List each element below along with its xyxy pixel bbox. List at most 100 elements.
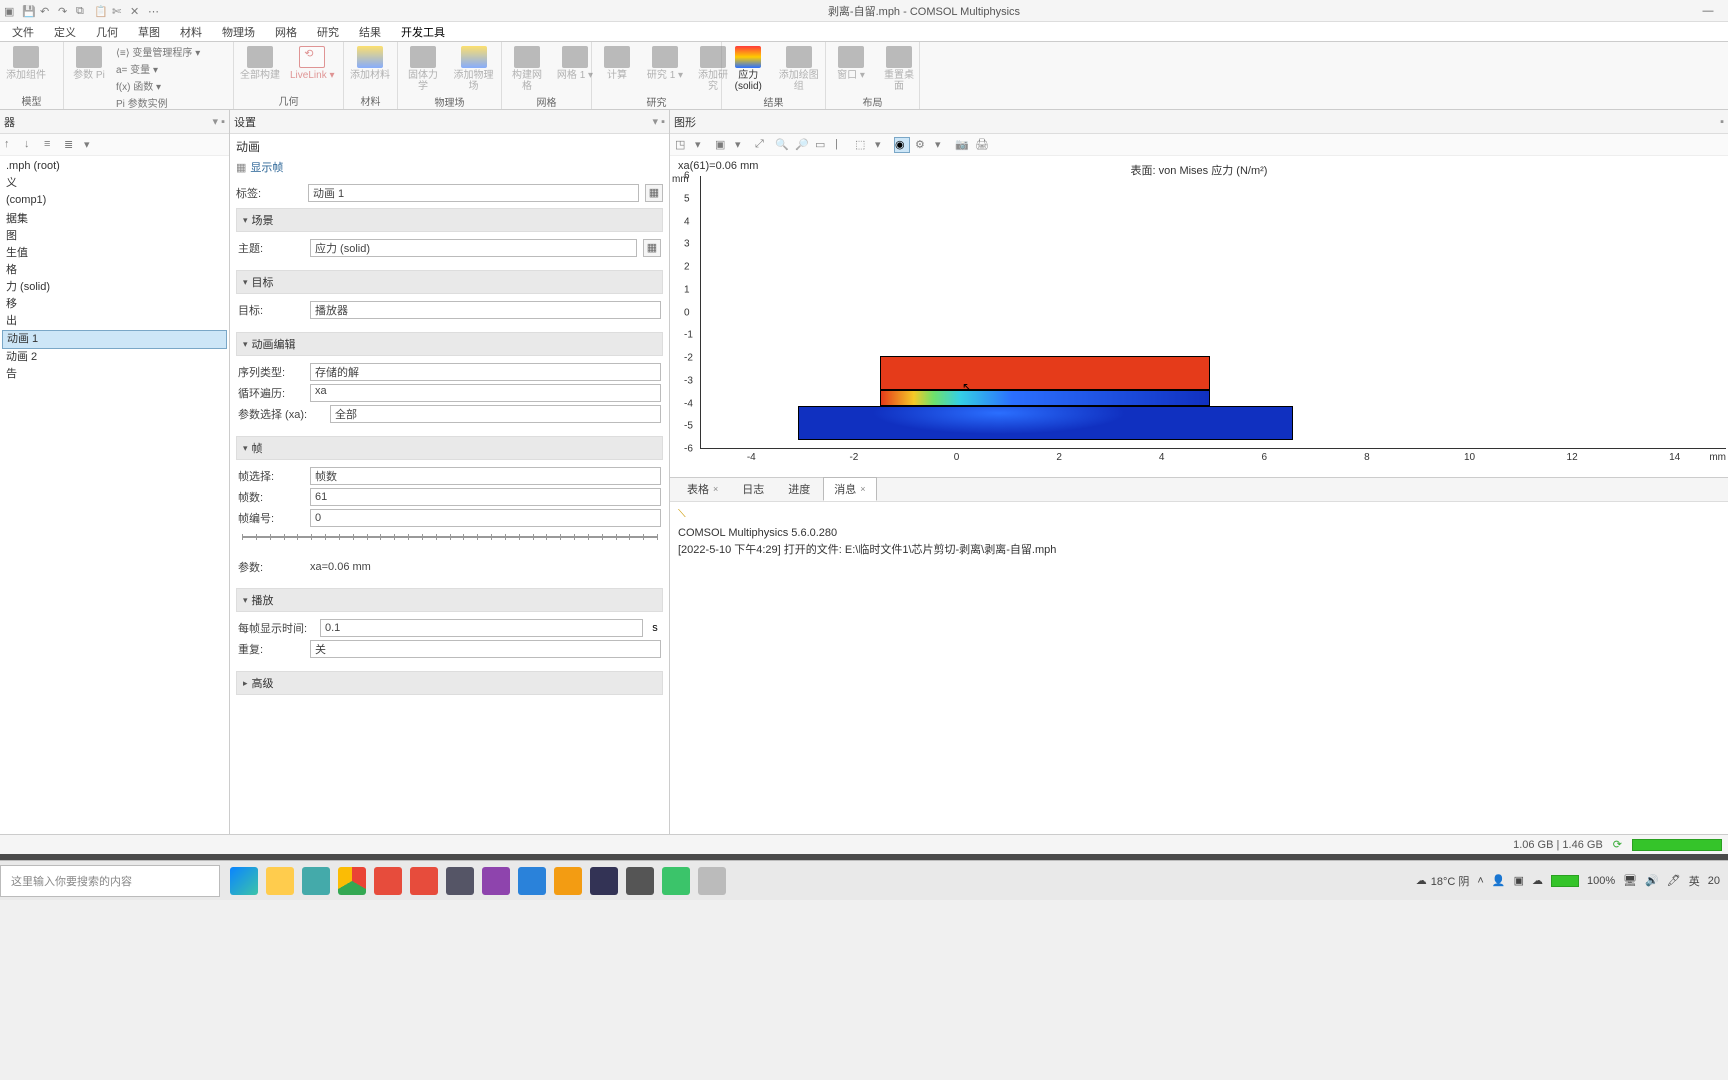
section-scene[interactable]: 场景 xyxy=(236,208,663,232)
gfx-zoombox-icon[interactable]: ▭ xyxy=(814,137,830,153)
qat-save-icon[interactable]: 💾 xyxy=(22,5,34,17)
gfx-zoomext-icon[interactable]: ⤢ xyxy=(754,137,770,153)
app-explorer-icon[interactable] xyxy=(266,867,294,895)
tab-table[interactable]: 表格× xyxy=(676,477,729,501)
tree-node[interactable]: 动画 2 xyxy=(2,349,227,366)
app-dark-icon[interactable] xyxy=(590,867,618,895)
frame-num-input[interactable] xyxy=(310,509,661,527)
add-plotgroup-button[interactable]: 添加绘图组 xyxy=(777,44,822,94)
app-vs-icon[interactable] xyxy=(482,867,510,895)
qat-more-icon[interactable]: ⋯ xyxy=(148,5,160,17)
gfx-scenelight-icon[interactable]: ◉ xyxy=(894,137,910,153)
tray-onedrive-icon[interactable]: ☁ xyxy=(1532,874,1543,887)
tab-devtools[interactable]: 开发工具 xyxy=(391,22,455,42)
gfx-camera-icon[interactable]: ▣ xyxy=(714,137,730,153)
tab-messages[interactable]: 消息× xyxy=(823,477,876,501)
tree-node[interactable]: 力 (solid) xyxy=(2,279,227,296)
section-advanced[interactable]: 高级 xyxy=(236,671,663,695)
reset-desktop-button[interactable]: 重置桌面 xyxy=(878,44,920,94)
tree-node[interactable]: (comp1) xyxy=(2,192,227,209)
app-chrome-icon[interactable] xyxy=(338,867,366,895)
tab-results[interactable]: 结果 xyxy=(349,22,391,42)
tree-node[interactable]: .mph (root) xyxy=(2,158,227,175)
minimize-button[interactable]: — xyxy=(1688,5,1728,17)
variables-button[interactable]: a= 变量 ▾ xyxy=(116,61,200,76)
weather-widget[interactable]: ☁18°C 阴 xyxy=(1416,873,1470,889)
app-edge-icon[interactable] xyxy=(230,867,258,895)
mesh1-button[interactable]: 网格 1 ▾ xyxy=(554,44,596,83)
psel-select[interactable]: 全部 xyxy=(330,405,661,423)
tree-node[interactable]: 图 xyxy=(2,228,227,245)
app-word-icon[interactable] xyxy=(518,867,546,895)
tree-node[interactable]: 据集 xyxy=(2,211,227,228)
add-component-button[interactable]: 添加组件 xyxy=(4,44,48,83)
gfx-zoomout-icon[interactable]: 🔎 xyxy=(794,137,810,153)
app-recorder-icon[interactable] xyxy=(698,867,726,895)
functions-button[interactable]: f(x) 函数 ▾ xyxy=(116,78,200,93)
tree-collapse-icon[interactable]: ≣ xyxy=(64,138,78,152)
tab-materials[interactable]: 材料 xyxy=(170,22,212,42)
tree-node[interactable]: 告 xyxy=(2,366,227,383)
panel-menu-icon[interactable]: ▾ ▪ xyxy=(213,115,225,128)
qat-copy-icon[interactable]: ⧉ xyxy=(76,5,88,17)
section-anim-edit[interactable]: 动画编辑 xyxy=(236,332,663,356)
tab-mesh[interactable]: 网格 xyxy=(265,22,307,42)
repeat-select[interactable]: 关 xyxy=(310,640,661,658)
build-mesh-button[interactable]: 构建网格 xyxy=(506,44,548,94)
app-browser-icon[interactable] xyxy=(302,867,330,895)
gfx-gear-icon[interactable]: ⚙ xyxy=(914,137,930,153)
tree-node[interactable]: 格 xyxy=(2,262,227,279)
app-red1-icon[interactable] xyxy=(374,867,402,895)
app-red2-icon[interactable] xyxy=(410,867,438,895)
theme-goto-button[interactable]: ▦ xyxy=(643,239,661,257)
app-orange-icon[interactable] xyxy=(554,867,582,895)
compute-button[interactable]: 计算 xyxy=(596,44,638,83)
study1-button[interactable]: 研究 1 ▾ xyxy=(644,44,686,83)
loop-select[interactable]: xa xyxy=(310,384,661,402)
window-button[interactable]: 窗口 ▾ xyxy=(830,44,872,83)
add-study-button[interactable]: 添加研究 xyxy=(692,44,734,94)
variable-manager-button[interactable]: ⟨≡⟩ 变量管理程序 ▾ xyxy=(116,44,200,59)
qat-redo-icon[interactable]: ↷ xyxy=(58,5,70,17)
tab-geometry[interactable]: 几何 xyxy=(86,22,128,42)
tray-up-icon[interactable]: ˄ xyxy=(1477,875,1483,887)
tree-filter-icon[interactable]: ▾ xyxy=(84,138,98,152)
tab-physics[interactable]: 物理场 xyxy=(212,22,265,42)
tree-expand-icon[interactable]: ≡ xyxy=(44,138,58,152)
target-select[interactable]: 播放器 xyxy=(310,301,661,319)
tree-node[interactable]: 生值 xyxy=(2,245,227,262)
build-all-button[interactable]: 全部构建 xyxy=(238,44,282,83)
gfx-snapshot-icon[interactable]: 📷 xyxy=(954,137,970,153)
gfx-zoomin-icon[interactable]: 🔍 xyxy=(774,137,790,153)
tab-log[interactable]: 日志 xyxy=(731,477,775,501)
show-frame-action[interactable]: 显示帧 xyxy=(236,157,663,181)
label-input[interactable] xyxy=(308,184,639,202)
frame-count-input[interactable] xyxy=(310,488,661,506)
duration-input[interactable] xyxy=(320,619,643,637)
tray-vol-icon[interactable]: 🔊 xyxy=(1645,874,1659,887)
gfx-select-icon[interactable]: ⬚ xyxy=(854,137,870,153)
tree-down-icon[interactable]: ↓ xyxy=(24,138,38,152)
tab-progress[interactable]: 进度 xyxy=(777,477,821,501)
tree-node[interactable]: 出 xyxy=(2,313,227,330)
tree-up-icon[interactable]: ↑ xyxy=(4,138,18,152)
tray-person-icon[interactable]: 👤 xyxy=(1492,874,1506,887)
model-tree[interactable]: .mph (root)义(comp1)据集图生值格力 (solid)移出 动画 … xyxy=(0,156,229,834)
tray-app-icon[interactable]: ▣ xyxy=(1514,874,1524,887)
frame-sel-select[interactable]: 帧数 xyxy=(310,467,661,485)
clock[interactable]: 20 xyxy=(1708,875,1720,887)
tree-node[interactable]: 义 xyxy=(2,175,227,192)
seq-select[interactable]: 存储的解 xyxy=(310,363,661,381)
panel-menu-icon[interactable]: ▾ ▪ xyxy=(653,115,665,128)
livelink-button[interactable]: LiveLink ▾ xyxy=(288,44,337,83)
qat-undo-icon[interactable]: ↶ xyxy=(40,5,52,17)
theme-select[interactable]: 应力 (solid) xyxy=(310,239,637,257)
solid-mechanics-button[interactable]: 固体力学 xyxy=(402,44,444,94)
add-physics-button[interactable]: 添加物理场 xyxy=(450,44,497,94)
battery-icon[interactable] xyxy=(1551,875,1579,887)
ime-indicator[interactable]: 英 xyxy=(1689,873,1700,889)
label-aux-button[interactable]: ▦ xyxy=(645,184,663,202)
tray-net-icon[interactable]: 🖥 xyxy=(1623,874,1637,887)
tree-node[interactable]: 动画 1 xyxy=(2,330,227,349)
tab-file[interactable]: 文件 xyxy=(2,22,44,42)
